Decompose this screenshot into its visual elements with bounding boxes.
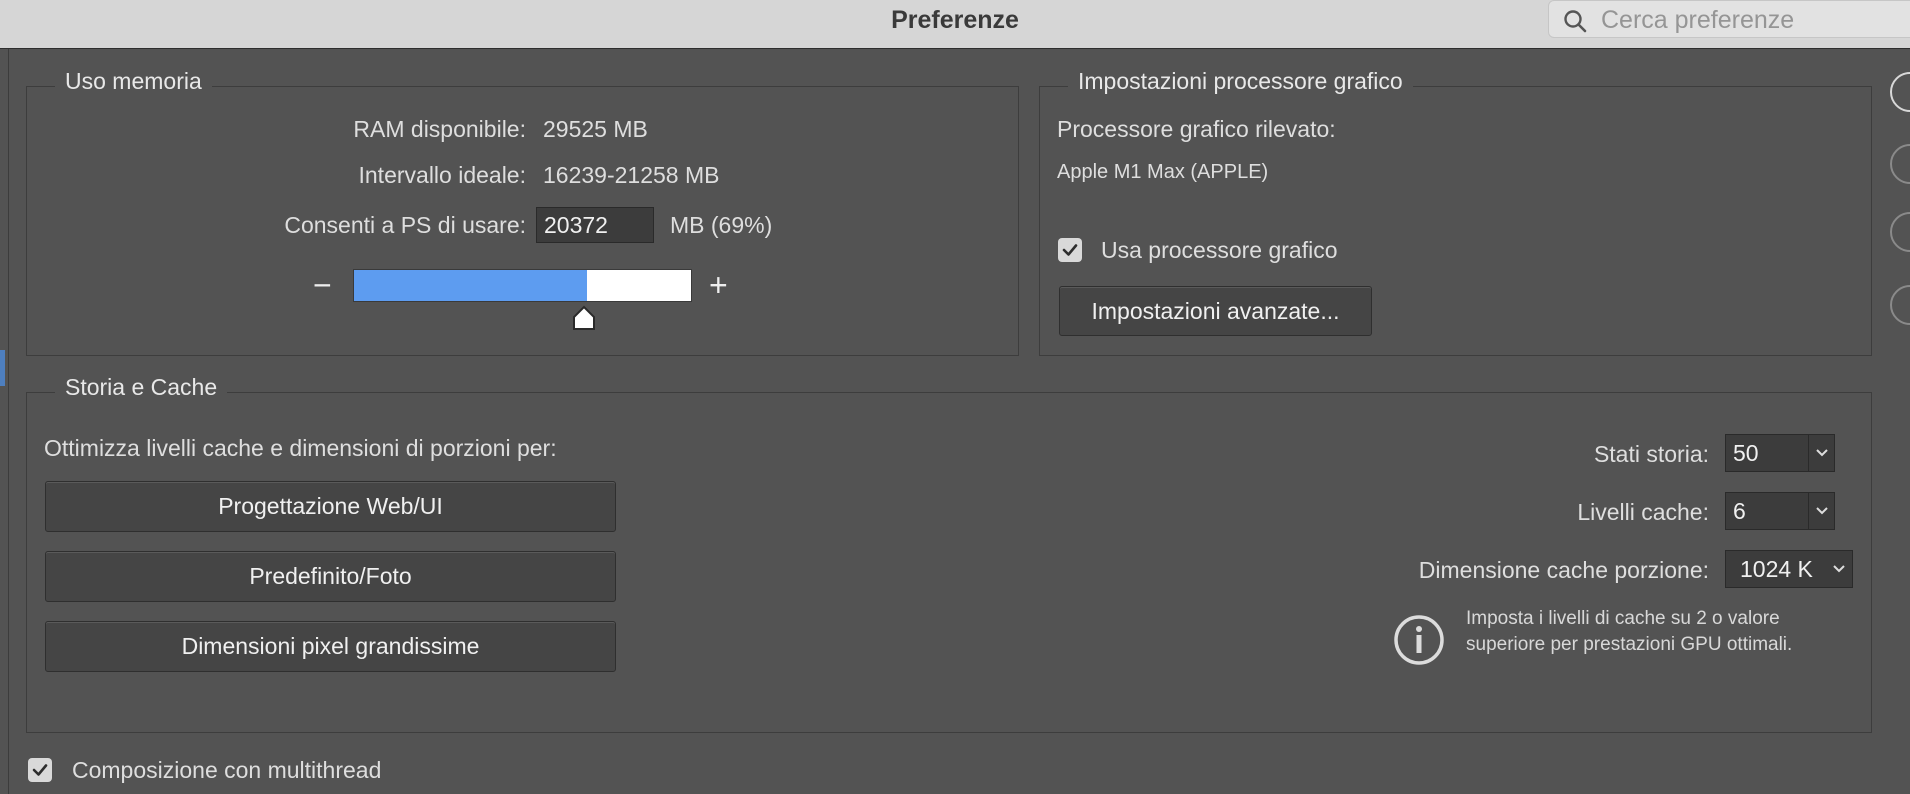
check-icon	[1062, 244, 1078, 256]
cache-levels-label: Livelli cache:	[1577, 499, 1709, 525]
use-gpu-checkbox[interactable]	[1058, 238, 1082, 262]
title-bar: Preferenze	[0, 0, 1910, 49]
search-input[interactable]	[1599, 3, 1903, 37]
history-states-value: 50	[1733, 440, 1759, 466]
ideal-range-value: 16239-21258 MB	[543, 162, 720, 188]
web-ui-design-button[interactable]: Progettazione Web/UI	[45, 481, 616, 532]
chevron-down-icon	[1808, 435, 1835, 471]
ram-available-label: RAM disponibile:	[353, 116, 526, 142]
sidebar-edge	[0, 49, 9, 794]
tile-size-select[interactable]: 1024 K	[1725, 550, 1853, 588]
gpu-detected-value: Apple M1 Max (APPLE)	[1057, 161, 1269, 183]
chevron-down-icon	[1826, 551, 1852, 587]
side-circle-button[interactable]	[1890, 144, 1910, 184]
check-icon	[32, 764, 48, 776]
side-circle-button[interactable]	[1890, 285, 1910, 325]
search-icon	[1564, 10, 1587, 33]
use-gpu-label: Usa processore grafico	[1101, 237, 1338, 263]
multithread-label: Composizione con multithread	[72, 757, 382, 783]
history-states-select[interactable]: 50	[1725, 434, 1835, 472]
gpu-settings-legend: Impostazioni processore grafico	[1068, 68, 1413, 95]
allow-ps-label: Consenti a PS di usare:	[284, 212, 526, 238]
search-box[interactable]	[1548, 0, 1910, 38]
advanced-settings-button[interactable]: Impostazioni avanzate...	[1059, 286, 1372, 336]
memory-amount-suffix: MB (69%)	[670, 212, 773, 238]
huge-pixel-dimensions-button[interactable]: Dimensioni pixel grandissime	[45, 621, 616, 672]
cache-levels-select[interactable]: 6	[1725, 492, 1835, 530]
multithread-checkbox[interactable]	[28, 758, 52, 782]
increase-memory-button[interactable]: +	[709, 269, 728, 301]
side-circle-button[interactable]	[1890, 72, 1910, 112]
gpu-cache-note: Imposta i livelli di cache su 2 o valore…	[1466, 608, 1793, 655]
gpu-detected-label: Processore grafico rilevato:	[1057, 116, 1336, 142]
memory-slider[interactable]	[353, 269, 692, 302]
default-photo-button[interactable]: Predefinito/Foto	[45, 551, 616, 602]
memory-usage-legend: Uso memoria	[55, 68, 212, 95]
cache-levels-value: 6	[1733, 498, 1746, 524]
optimize-label: Ottimizza livelli cache e dimensioni di …	[44, 435, 557, 461]
sidebar-selection-indicator	[0, 350, 5, 386]
memory-slider-fill	[354, 270, 587, 301]
chevron-down-icon	[1808, 493, 1835, 529]
history-states-label: Stati storia:	[1593, 441, 1709, 467]
decrease-memory-button[interactable]: −	[313, 269, 332, 301]
info-icon	[1394, 615, 1444, 665]
ram-available-value: 29525 MB	[543, 116, 648, 142]
tile-size-label: Dimensione cache porzione:	[1418, 557, 1709, 583]
tile-size-value: 1024 K	[1740, 556, 1813, 582]
memory-amount-input[interactable]	[536, 207, 654, 243]
history-cache-legend: Storia e Cache	[55, 374, 228, 401]
memory-slider-thumb[interactable]	[572, 305, 596, 331]
ideal-range-label: Intervallo ideale:	[358, 162, 527, 188]
side-circle-button[interactable]	[1890, 212, 1910, 252]
